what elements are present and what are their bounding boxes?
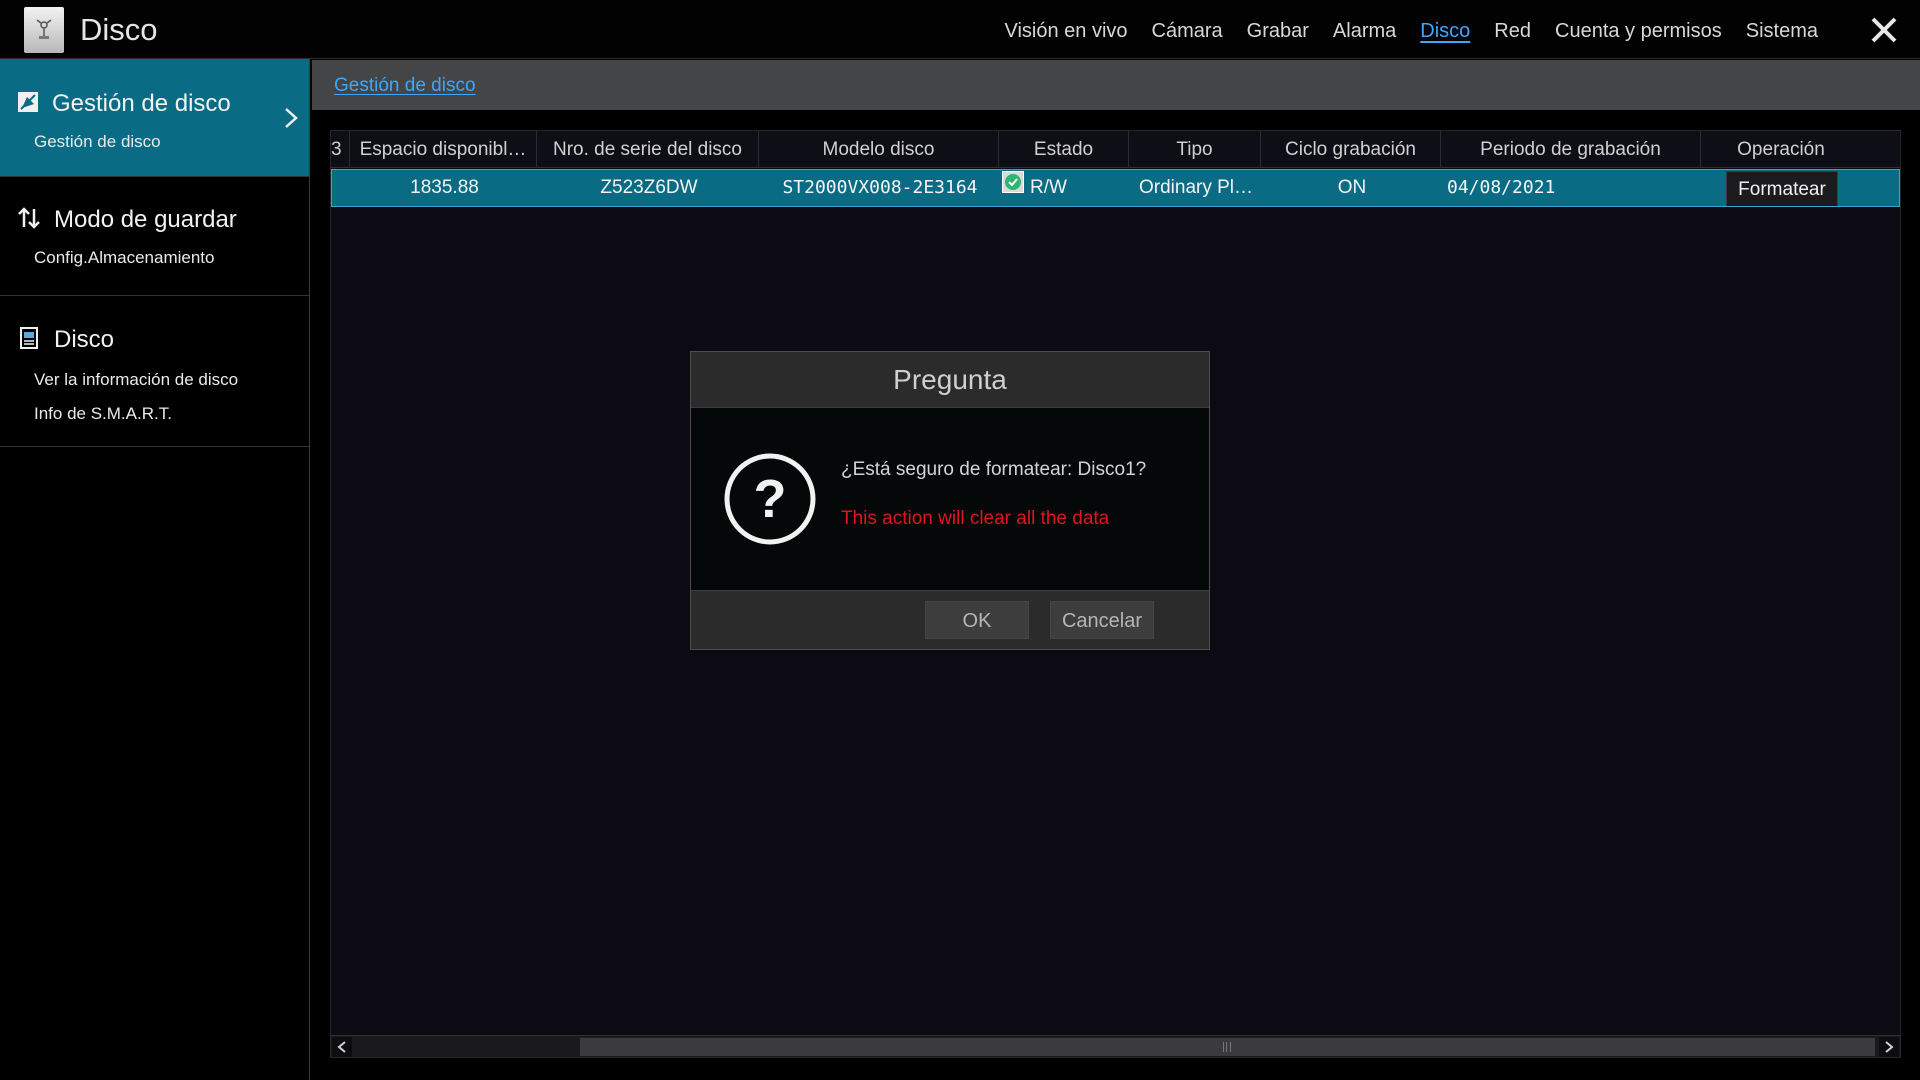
column-header[interactable]: Modelo disco [759,131,999,168]
table-row[interactable]: 1835.88 Z523Z6DW ST2000VX008-2E3164 R/W … [331,169,1900,207]
table-cell-status: R/W [1000,170,1130,206]
column-header[interactable]: Tipo [1129,131,1261,168]
svg-text:?: ? [754,469,787,529]
chevron-right-icon [283,107,299,134]
column-header[interactable]: Ciclo grabación [1261,131,1441,168]
nav-item-camera[interactable]: Cámara [1152,20,1223,43]
table-cell-type: Ordinary Pl… [1138,177,1254,198]
top-navigation: Visión en vivo Cámara Grabar Alarma Disc… [980,20,1818,43]
disk-app-icon [24,7,64,53]
app-title: Disco [80,12,158,47]
horizontal-scrollbar[interactable] [331,1035,1900,1057]
table-cell-serial: Z523Z6DW [600,177,698,198]
sidebar-group-title: Disco [54,326,115,353]
disk-manage-icon [18,91,38,117]
check-icon [1002,171,1024,193]
nav-item-alarm[interactable]: Alarma [1333,20,1396,43]
column-header[interactable]: Nro. de serie del disco [537,131,759,168]
nav-item-network[interactable]: Red [1494,20,1531,43]
table-header: 3 Espacio disponibl… Nro. de serie del d… [331,131,1900,168]
dialog-footer: OK Cancelar [691,590,1209,649]
scrollbar-thumb[interactable] [580,1038,1875,1056]
nav-item-record[interactable]: Grabar [1247,20,1309,43]
sidebar-group-storage-mode[interactable]: Modo de guardar Config.Almacenamiento [0,177,309,296]
sidebar-item-disk-info[interactable]: Ver la información de disco [0,370,309,390]
dialog-warning: This action will clear all the data [841,508,1110,529]
dialog-body: ? ¿Está seguro de formatear: Disco1? Thi… [691,408,1209,590]
table-cell-period: 04/08/2021 [1447,177,1556,198]
dialog-message: ¿Está seguro de formatear: Disco1? [841,459,1147,480]
grip-icon [1223,1042,1231,1052]
dialog-title: Pregunta [691,352,1209,408]
sidebar-group-disk[interactable]: Disco Ver la información de disco Info d… [0,296,309,447]
sidebar-group-title: Gestión de disco [52,90,231,117]
nav-item-system[interactable]: Sistema [1746,20,1818,43]
breadcrumb-link[interactable]: Gestión de disco [334,75,476,97]
top-bar: Disco Visión en vivo Cámara Grabar Alarm… [0,0,1920,59]
table-cell-operation: Formatear [1702,170,1862,206]
column-header[interactable]: Periodo de grabación [1441,131,1701,168]
table-cell-model: ST2000VX008-2E3164 [782,177,978,198]
question-icon: ? [722,451,818,552]
column-header-operation[interactable]: Operación [1701,131,1861,168]
disk-info-icon [18,326,40,354]
format-button[interactable]: Formatear [1726,171,1838,206]
table-cell-free-space: 1835.88 [410,177,479,198]
sidebar-group-title: Modo de guardar [54,206,237,233]
nav-item-accounts[interactable]: Cuenta y permisos [1555,20,1722,43]
column-header: 3 [331,131,350,168]
column-header[interactable]: Espacio disponibl… [350,131,537,168]
table-cell [332,170,351,206]
column-header[interactable]: Estado [999,131,1129,168]
scroll-left-icon[interactable] [332,1037,352,1057]
status-text: R/W [1030,177,1067,198]
sidebar-item-disk-management[interactable]: Gestión de disco [0,132,309,152]
cancel-button[interactable]: Cancelar [1050,601,1154,639]
column-header-label: Operación [1737,139,1825,160]
breadcrumb: Gestión de disco [312,60,1920,110]
sidebar-group-disk-management[interactable]: Gestión de disco Gestión de disco [0,59,309,177]
sidebar: Gestión de disco Gestión de disco Modo d… [0,59,310,1080]
close-icon[interactable] [1868,14,1900,46]
sidebar-item-storage-config[interactable]: Config.Almacenamiento [0,248,309,268]
up-down-arrows-icon [18,206,40,234]
table-cell-cycle: ON [1337,177,1367,198]
scroll-right-icon[interactable] [1879,1037,1899,1057]
nav-item-live-view[interactable]: Visión en vivo [1004,20,1127,43]
sidebar-item-smart-info[interactable]: Info de S.M.A.R.T. [0,404,309,424]
confirm-dialog: Pregunta ? ¿Está seguro de formatear: Di… [690,351,1210,650]
ok-button[interactable]: OK [925,601,1029,639]
nav-item-disk[interactable]: Disco [1420,20,1470,43]
